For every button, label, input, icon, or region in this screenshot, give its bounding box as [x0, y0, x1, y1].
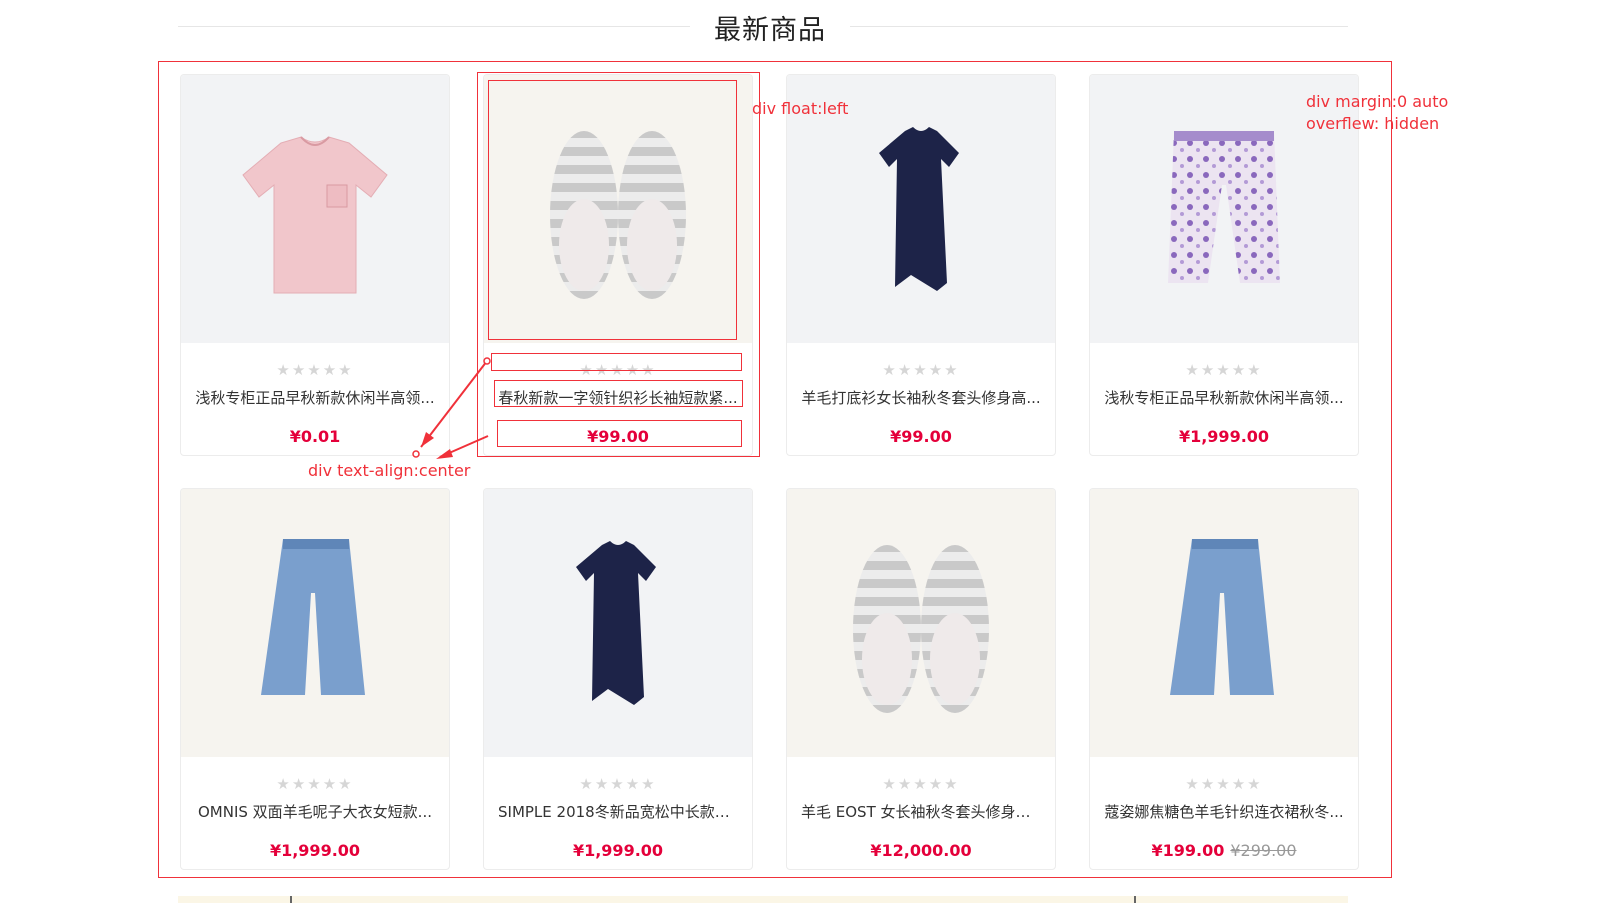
rating-stars: ★★★★★	[276, 361, 354, 379]
striped-slippers-icon	[853, 545, 989, 713]
align-note: div text-align:center	[308, 461, 471, 480]
rating-stars: ★★★★★	[1185, 361, 1263, 379]
product-card[interactable]: ★★★★★ 蔻姿娜焦糖色羊毛针织连衣裙秋冬... ¥199.00 ¥299.00	[1089, 488, 1359, 870]
product-card[interactable]: ★★★★★ 羊毛 EOST 女长袖秋冬套头修身高... ¥12,000.00	[786, 488, 1056, 870]
wide-jeans-icon	[1170, 539, 1274, 695]
navy-dress-icon	[576, 541, 656, 705]
product-price: ¥1,999.00	[269, 841, 361, 860]
rating-stars: ★★★★★	[579, 775, 657, 793]
product-price: ¥199.00 ¥299.00	[1151, 841, 1297, 860]
rating-stars: ★★★★★	[579, 361, 657, 379]
rating-stars: ★★★★★	[276, 775, 354, 793]
product-grid: ★★★★★ 浅秋专柜正品早秋新款休闲半高领... ¥0.01 ★★★★★ 春秋新…	[0, 0, 1616, 903]
product-title[interactable]: OMNIS 双面羊毛呢子大衣女短款...	[195, 801, 435, 822]
product-card[interactable]: ★★★★★ SIMPLE 2018冬新品宽松中长款套... ¥1,999.00	[483, 488, 753, 870]
original-price: ¥299.00	[1230, 841, 1297, 860]
rating-stars: ★★★★★	[882, 361, 960, 379]
product-title[interactable]: 羊毛 EOST 女长袖秋冬套头修身高...	[801, 801, 1041, 822]
product-image[interactable]	[1090, 489, 1358, 757]
product-price: ¥1,999.00	[1178, 427, 1270, 446]
product-price: ¥99.00	[587, 427, 649, 446]
float-note: div float:left	[752, 99, 849, 118]
product-title[interactable]: 蔻姿娜焦糖色羊毛针织连衣裙秋冬...	[1104, 801, 1344, 822]
product-card[interactable]: ★★★★★ OMNIS 双面羊毛呢子大衣女短款... ¥1,999.00	[180, 488, 450, 870]
product-price: ¥1,999.00	[572, 841, 664, 860]
wrapper-note-line2: overflew: hidden	[1306, 114, 1440, 133]
wrapper-note-line1: div margin:0 auto	[1306, 92, 1449, 111]
product-image[interactable]	[787, 489, 1055, 757]
product-title[interactable]: SIMPLE 2018冬新品宽松中长款套...	[498, 801, 738, 822]
product-title[interactable]: 春秋新款一字领针织衫长袖短款紧...	[498, 387, 738, 408]
product-title[interactable]: 羊毛打底衫女长袖秋冬套头修身高...	[801, 387, 1041, 408]
product-price: ¥99.00	[890, 427, 952, 446]
product-card[interactable]: ★★★★★ 羊毛打底衫女长袖秋冬套头修身高... ¥99.00	[786, 74, 1056, 456]
product-image[interactable]	[484, 75, 752, 343]
next-section-strip	[178, 896, 1348, 903]
product-card[interactable]: ★★★★★ 春秋新款一字领针织衫长袖短款紧... ¥99.00	[483, 74, 753, 456]
striped-slippers-icon	[550, 131, 686, 299]
product-title[interactable]: 浅秋专柜正品早秋新款休闲半高领...	[195, 387, 435, 408]
product-image[interactable]	[181, 489, 449, 757]
product-card[interactable]: ★★★★★ 浅秋专柜正品早秋新款休闲半高领... ¥0.01	[180, 74, 450, 456]
product-image[interactable]	[484, 489, 752, 757]
product-price: ¥0.01	[289, 427, 341, 446]
rating-stars: ★★★★★	[1185, 775, 1263, 793]
product-image[interactable]	[181, 75, 449, 343]
rating-stars: ★★★★★	[882, 775, 960, 793]
pink-tshirt-icon	[242, 136, 388, 294]
product-title[interactable]: 浅秋专柜正品早秋新款休闲半高领...	[1104, 387, 1344, 408]
wide-jeans-icon	[261, 539, 365, 695]
product-price: ¥12,000.00	[870, 841, 972, 860]
